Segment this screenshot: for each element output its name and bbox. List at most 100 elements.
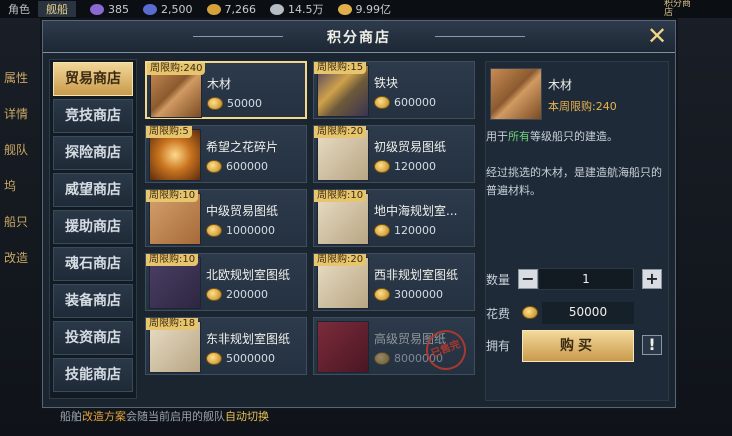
header-divider-right — [435, 36, 525, 37]
blueprint-icon — [317, 321, 369, 373]
footer-hint: 船舶改造方案会随当前启用的舰队自动切换 — [60, 410, 269, 423]
coin-icon — [206, 3, 221, 15]
item-name: 铁块 — [374, 76, 399, 90]
crystal-icon — [143, 3, 157, 15]
background-side-menu: 属性 详情 舰队 坞 船只 改造 — [0, 60, 40, 276]
gold-icon — [337, 3, 352, 15]
detail-description: 用于所有等级船只的建造。 — [486, 130, 618, 143]
limit-badge: 周限购:15 — [314, 62, 367, 74]
coin-icon — [522, 306, 538, 319]
buy-button[interactable]: 购买 — [522, 330, 634, 362]
shop-item[interactable]: 周限购:15 铁块 600000 — [313, 61, 475, 119]
item-name: 北欧规划室图纸 — [206, 268, 291, 282]
resource-gem: 385 — [90, 3, 129, 16]
owned-label: 拥有 — [486, 339, 511, 353]
item-price: 120000 — [374, 160, 436, 173]
quantity-label: 数量 — [486, 273, 511, 287]
item-price: 600000 — [206, 160, 268, 173]
points-shop-dialog: 积分商店 ✕ 贸易商店 竞技商店 探险商店 威望商店 援助商店 魂石商店 装备商… — [42, 20, 676, 408]
shop-nav: 贸易商店 竞技商店 探险商店 威望商店 援助商店 魂石商店 装备商店 投资商店 … — [49, 59, 137, 399]
nav-skill-shop[interactable]: 技能商店 — [53, 358, 133, 392]
nav-soulstone-shop[interactable]: 魂石商店 — [53, 247, 133, 281]
silver-icon — [270, 3, 284, 15]
resource-crystal: 2,500 — [143, 3, 193, 16]
shop-item[interactable]: 周限购:10 地中海规划室... 120000 — [313, 189, 475, 247]
item-name: 木材 — [207, 77, 232, 91]
item-name: 西非规划室图纸 — [374, 268, 459, 282]
nav-arena-shop[interactable]: 竞技商店 — [53, 99, 133, 133]
dialog-header: 积分商店 ✕ — [43, 21, 675, 53]
detail-item-name: 木材 — [548, 78, 573, 92]
cost-row: 花费 50000 — [486, 302, 668, 324]
bg-label: 船只 — [4, 215, 29, 229]
bg-label: 坞 — [4, 179, 17, 193]
item-price: 50000 — [207, 97, 262, 110]
shop-item[interactable]: 周限购:20 初级贸易图纸 120000 — [313, 125, 475, 183]
nav-prestige-shop[interactable]: 威望商店 — [53, 173, 133, 207]
nav-explore-shop[interactable]: 探险商店 — [53, 136, 133, 170]
bg-label: 改造 — [4, 251, 29, 265]
shop-item[interactable]: 周限购:18 东非规划室图纸 5000000 — [145, 317, 307, 375]
shop-item[interactable]: 周限购:20 西非规划室图纸 3000000 — [313, 253, 475, 311]
shop-item[interactable]: 周限购:5 希望之花碎片 600000 — [145, 125, 307, 183]
item-price: 600000 — [374, 96, 436, 109]
coin-icon — [206, 224, 222, 237]
info-button[interactable]: ! — [642, 335, 662, 355]
cost-value: 50000 — [542, 302, 634, 324]
detail-description-2: 经过挑选的木材，是建造航海船只的普遍材料。 — [486, 166, 662, 197]
nav-invest-shop[interactable]: 投资商店 — [53, 321, 133, 355]
shop-item[interactable]: 周限购:10 中级贸易图纸 1000000 — [145, 189, 307, 247]
tab-character[interactable]: 角色 — [0, 1, 38, 17]
limit-badge: 周限购:5 — [146, 126, 192, 138]
tab-ship[interactable]: 舰船 — [38, 1, 76, 17]
close-button[interactable]: ✕ — [643, 23, 671, 51]
wood-icon — [490, 68, 542, 120]
dialog-title: 积分商店 — [327, 30, 391, 46]
coin-icon — [206, 352, 222, 365]
limit-badge: 周限购:10 — [146, 190, 199, 202]
limit-badge: 周限购:10 — [314, 190, 367, 202]
minus-button[interactable]: − — [518, 269, 538, 289]
detail-weekly-limit: 本周限购:240 — [548, 100, 617, 113]
coin-icon — [374, 352, 390, 365]
item-price: 3000000 — [374, 288, 443, 301]
coin-icon — [374, 160, 390, 173]
resource-coin: 7,266 — [206, 3, 256, 16]
nav-trade-shop[interactable]: 贸易商店 — [53, 62, 133, 96]
item-price: 1000000 — [206, 224, 275, 237]
resource-gold: 9.99亿 — [337, 1, 391, 17]
item-name: 中级贸易图纸 — [206, 204, 279, 218]
limit-badge: 周限购:20 — [314, 126, 367, 138]
nav-equipment-shop[interactable]: 装备商店 — [53, 284, 133, 318]
limit-badge: 周限购:10 — [146, 254, 199, 266]
top-bar: 角色 舰船 385 2,500 7,266 14.5万 9.99亿 积分商店 — [0, 0, 732, 18]
top-right-label[interactable]: 积分商店 — [664, 0, 692, 18]
item-name: 地中海规划室... — [374, 204, 458, 218]
coin-icon — [207, 97, 223, 110]
bg-label: 属性 — [4, 71, 29, 85]
shop-item-sold-out[interactable]: 高级贸易图纸 8000000 已售完 — [313, 317, 475, 376]
shop-item[interactable]: 周限购:10 北欧规划室图纸 200000 — [145, 253, 307, 311]
item-price: 5000000 — [206, 352, 275, 365]
quantity-row: 数量 − 1 + — [486, 268, 668, 290]
nav-aid-shop[interactable]: 援助商店 — [53, 210, 133, 244]
item-grid: 周限购:240 木材 50000 周限购:15 铁块 600000 周限购:5 … — [145, 61, 477, 395]
coin-icon — [374, 224, 390, 237]
item-name: 初级贸易图纸 — [374, 140, 447, 154]
bg-label: 详情 — [4, 107, 29, 121]
plus-button[interactable]: + — [642, 269, 662, 289]
limit-badge: 周限购:18 — [146, 318, 199, 330]
coin-icon — [374, 96, 390, 109]
item-name: 东非规划室图纸 — [206, 332, 291, 346]
shop-item[interactable]: 周限购:240 木材 50000 — [145, 61, 307, 119]
coin-icon — [206, 288, 222, 301]
coin-icon — [206, 160, 222, 173]
quantity-input[interactable]: 1 — [538, 268, 634, 290]
bg-label: 舰队 — [4, 143, 29, 157]
coin-icon — [374, 288, 390, 301]
limit-badge: 周限购:240 — [147, 63, 206, 75]
gem-icon — [90, 3, 104, 15]
item-price: 200000 — [206, 288, 268, 301]
cost-label: 花费 — [486, 307, 511, 321]
item-price: 120000 — [374, 224, 436, 237]
